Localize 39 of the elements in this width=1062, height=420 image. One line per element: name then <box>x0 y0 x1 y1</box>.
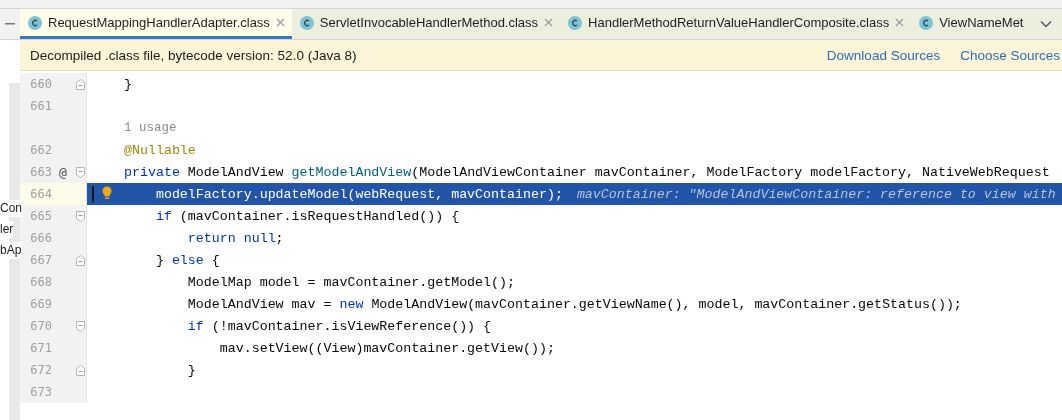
code-line: modelFactory.updateModel(webRequest, mavContainer); <box>154 186 563 202</box>
code-line: if (!mavContainer.isViewReference()) { <box>186 318 492 334</box>
line-number: 660 <box>29 77 52 91</box>
banner-link[interactable]: Download Sources <box>826 47 941 63</box>
code-line: if (mavContainer.isRequestHandled()) { <box>154 208 460 224</box>
editor-tab[interactable]: HandlerMethodReturnValueHandlerComposite.class <box>560 9 912 39</box>
banner-link[interactable]: Choose Sources <box>960 47 1060 63</box>
override-mark[interactable]: @ <box>59 164 67 180</box>
line-number: 667 <box>29 253 52 267</box>
line-number: 666 <box>29 231 52 245</box>
line-number: 668 <box>29 275 52 289</box>
line-number: 673 <box>29 385 52 399</box>
line-number: 672 <box>29 363 52 377</box>
line-number: 669 <box>29 297 52 311</box>
code-line: } <box>186 362 196 378</box>
editor-tab[interactable]: ServletInvocableHandlerMethod.class <box>291 9 561 39</box>
usage-hint[interactable]: 1 usage <box>124 121 177 135</box>
code-line: ModelAndView mav = new ModelAndView(mavContainer.getViewName(), model, mavContainer.getStatus()); <box>186 296 962 312</box>
editor-tab[interactable]: RequestMappingHandlerAdapter.class <box>20 9 292 39</box>
tree-item[interactable]: bAp <box>0 242 22 259</box>
code-line: private ModelAndView getModelAndView(ModelAndViewContainer mavContainer, ModelFactory modelFactory, NativeWebRequest <box>124 164 1050 180</box>
line-number: 664 <box>29 187 52 201</box>
line-number: 665 <box>29 209 52 223</box>
code-line: } else { <box>154 252 220 268</box>
code-line: @Nullable <box>124 142 196 158</box>
line-number: 662 <box>29 143 52 157</box>
line-number: 663 <box>29 165 52 179</box>
line-number: 671 <box>29 341 52 355</box>
code-line: mav.setView((View)mavContainer.getView()); <box>218 340 555 356</box>
banner-message: Decompiled .class file, bytecode version: 52.0 (Java 8) <box>30 47 357 63</box>
tree-item[interactable]: Con <box>0 200 22 217</box>
inline-value-hint: mavContainer: "ModelAndViewContainer: reference to view with <box>576 186 1056 202</box>
code-line: ModelMap model = mavContainer.getModel(); <box>186 274 515 290</box>
editor-tab[interactable]: ViewNameMet <box>911 9 1034 39</box>
code-line: return null; <box>186 230 284 246</box>
tree-item[interactable]: ler <box>0 221 14 238</box>
line-number: 670 <box>29 319 52 333</box>
code-line: } <box>124 76 132 92</box>
line-number: 661 <box>29 99 52 113</box>
